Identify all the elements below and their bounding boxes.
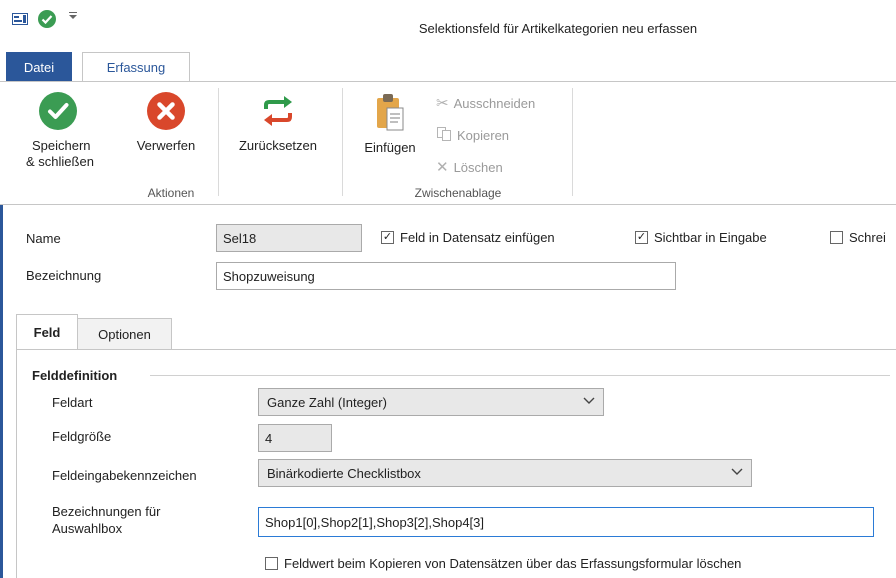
check-circle-icon — [39, 92, 77, 130]
name-label: Name — [26, 231, 61, 246]
tab-erfassung[interactable]: Erfassung — [82, 52, 190, 82]
chevron-down-icon — [731, 467, 743, 479]
paste-button[interactable]: Einfügen — [352, 92, 428, 156]
cut-label: Ausschneiden — [453, 95, 536, 111]
bez-auswahl-label: Bezeichnungen für Auswahlbox — [52, 503, 160, 537]
chk-feldwert-label: Feldwert beim Kopieren von Datensätzen ü… — [284, 556, 742, 571]
copy-label: Kopieren — [457, 128, 510, 143]
chk-schreib-label: Schrei — [849, 230, 886, 245]
tab-feld[interactable]: Feld — [16, 314, 78, 350]
group-zwischenablage-label: Zwischenablage — [414, 186, 502, 200]
feldgroesse-field[interactable]: 4 — [258, 424, 332, 452]
checkbox-checked-icon: ✓ — [381, 231, 394, 244]
copy-button[interactable]: Kopieren — [436, 126, 509, 145]
checkbox-empty-icon — [830, 231, 843, 244]
feldgroesse-label: Feldgröße — [52, 429, 112, 444]
chk-schreib[interactable]: Schrei — [830, 230, 886, 245]
chk-feldwert-loeschen[interactable]: Feldwert beim Kopieren von Datensätzen ü… — [265, 556, 741, 571]
feldart-select[interactable]: Ganze Zahl (Integer) — [258, 388, 604, 416]
section-rule — [150, 375, 890, 376]
tab-datei[interactable]: Datei — [6, 52, 72, 82]
delete-label: Löschen — [453, 159, 503, 175]
chevron-down-icon — [583, 396, 595, 408]
feldart-label: Feldart — [52, 395, 93, 410]
checkbox-empty-icon — [265, 557, 278, 570]
ribbon: Speichern & schließen Verwerfen Zurückse… — [0, 81, 896, 205]
name-field[interactable]: Sel18 — [216, 224, 362, 252]
group-aktionen-label: Aktionen — [147, 186, 195, 200]
feldeingabe-value: Binärkodierte Checklistbox — [267, 465, 421, 481]
cancel-circle-icon — [147, 92, 185, 130]
tab-divider — [16, 349, 896, 350]
reset-button[interactable]: Zurücksetzen — [226, 92, 330, 154]
chk-sichtbar-label: Sichtbar in Eingabe — [654, 230, 767, 245]
discard-button[interactable]: Verwerfen — [122, 92, 210, 154]
paste-label: Einfügen — [364, 140, 416, 155]
cut-button[interactable]: ✂ Ausschneiden — [436, 94, 535, 112]
save-label-line1: Speichern — [32, 138, 91, 153]
feldart-value: Ganze Zahl (Integer) — [267, 394, 387, 410]
bez-auswahl-label-line1: Bezeichnungen für — [52, 504, 161, 519]
bez-auswahl-field[interactable]: Shop1[0],Shop2[1],Shop3[2],Shop4[3] — [258, 507, 874, 537]
left-accent-bar — [0, 205, 3, 578]
checkbox-checked-icon: ✓ — [635, 231, 648, 244]
delete-button[interactable]: ✕ Löschen — [436, 158, 503, 176]
save-label-line2: & schließen — [26, 154, 94, 169]
reset-arrows-icon — [258, 92, 298, 130]
chk-feld-in-datensatz[interactable]: ✓ Feld in Datensatz einfügen — [381, 230, 555, 245]
save-close-button[interactable]: Speichern & schließen — [22, 92, 94, 170]
clipboard-paste-icon — [373, 92, 407, 134]
scissors-icon: ✂ — [436, 95, 449, 112]
feldeingabe-label: Feldeingabekennzeichen — [52, 468, 197, 483]
chk-sichtbar[interactable]: ✓ Sichtbar in Eingabe — [635, 230, 767, 245]
felddefinition-title: Felddefinition — [32, 368, 118, 383]
copy-icon — [436, 126, 452, 145]
bez-auswahl-label-line2: Auswahlbox — [52, 521, 123, 536]
delete-x-icon: ✕ — [436, 159, 449, 176]
tab-optionen[interactable]: Optionen — [78, 318, 172, 350]
bezeichnung-field[interactable]: Shopzuweisung — [216, 262, 676, 290]
discard-label: Verwerfen — [136, 138, 196, 153]
window-title: Selektionsfeld für Artikelkategorien neu… — [418, 21, 698, 36]
reset-label: Zurücksetzen — [238, 138, 318, 153]
tab-panel-border — [16, 349, 17, 578]
chk-feld-in-datensatz-label: Feld in Datensatz einfügen — [400, 230, 555, 245]
feldeingabe-select[interactable]: Binärkodierte Checklistbox — [258, 459, 752, 487]
bezeichnung-label: Bezeichnung — [26, 268, 102, 283]
